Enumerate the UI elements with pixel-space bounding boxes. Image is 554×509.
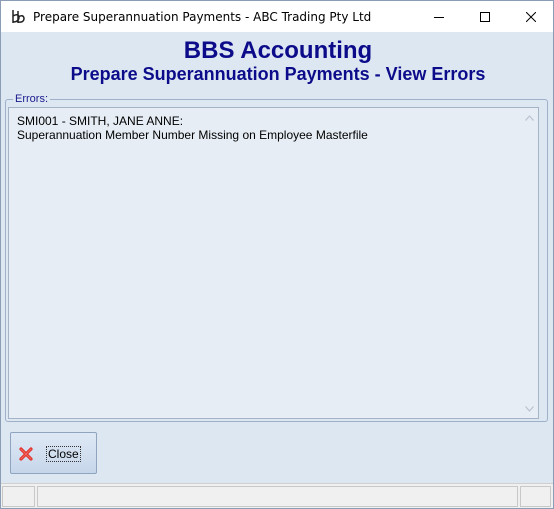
scroll-up-button[interactable] xyxy=(521,109,538,126)
red-x-icon xyxy=(18,446,34,462)
chevron-up-icon xyxy=(525,114,534,121)
header-title: BBS Accounting xyxy=(183,37,373,64)
window-close-button[interactable] xyxy=(508,1,553,32)
minimize-button[interactable] xyxy=(416,1,462,32)
app-icon xyxy=(10,8,28,26)
status-pane xyxy=(520,486,551,507)
minimize-icon xyxy=(434,16,444,18)
window-title: Prepare Superannuation Payments - ABC Tr… xyxy=(33,9,372,24)
status-bar xyxy=(1,483,553,508)
status-pane xyxy=(2,486,35,507)
close-button-label: Close xyxy=(46,446,81,462)
errors-scrollbar[interactable] xyxy=(521,108,538,418)
errors-textarea[interactable]: SMI001 - SMITH, JANE ANNE: Superannuatio… xyxy=(8,107,539,419)
scroll-down-button[interactable] xyxy=(521,400,538,417)
close-icon xyxy=(526,11,536,22)
status-pane xyxy=(37,486,518,507)
close-button[interactable]: Close xyxy=(10,432,97,474)
errors-text: SMI001 - SMITH, JANE ANNE: Superannuatio… xyxy=(17,114,368,142)
maximize-icon xyxy=(480,11,490,22)
maximize-button[interactable] xyxy=(462,1,508,32)
dialog-window: Prepare Superannuation Payments - ABC Tr… xyxy=(0,0,554,509)
chevron-down-icon xyxy=(525,405,534,412)
title-bar[interactable]: Prepare Superannuation Payments - ABC Tr… xyxy=(1,1,553,32)
header-subtitle: Prepare Superannuation Payments - View E… xyxy=(70,64,486,84)
errors-legend: Errors: xyxy=(13,93,50,106)
